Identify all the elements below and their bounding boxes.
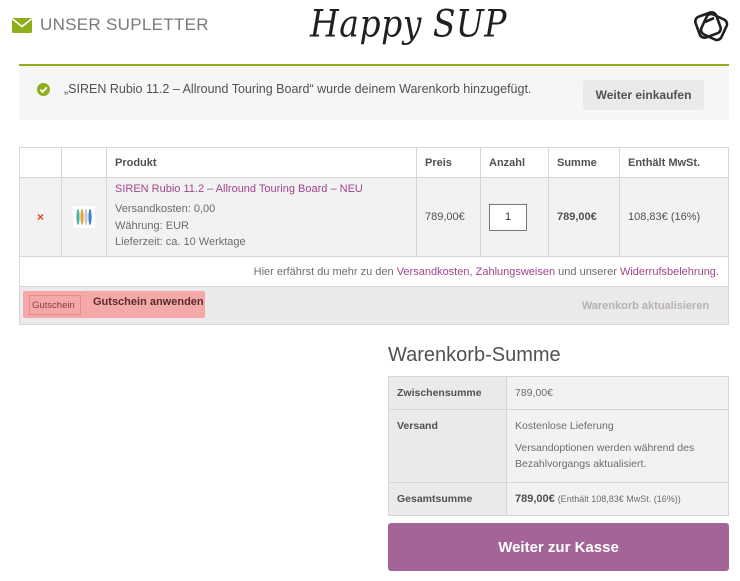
update-cart-button[interactable]: Warenkorb aktualisieren (572, 292, 719, 319)
remove-item-icon[interactable]: × (28, 210, 53, 224)
quantity-input[interactable] (489, 203, 527, 231)
cart-item-row: × SIREN Rubio 11.2 – Allround Touring Bo… (19, 177, 729, 257)
cart-totals-title: Warenkorb-Summe (388, 344, 561, 366)
column-header-total: Summe (548, 147, 620, 178)
legal-info-suffix: . (715, 265, 719, 278)
proceed-to-checkout-button[interactable]: Weiter zur Kasse (388, 523, 729, 571)
cart-table: Produkt Preis Anzahl Summe Enthält MwSt.… (19, 147, 729, 325)
cart-actions-row: Gutschein anwenden Warenkorb aktualisier… (19, 286, 729, 325)
shipping-note: Versandoptionen werden während des Bezah… (515, 442, 695, 470)
added-to-cart-notice: „SIREN Rubio 11.2 – Allround Touring Boa… (19, 64, 729, 120)
column-header-tax: Enthält MwSt. (619, 147, 729, 178)
column-header-price: Preis (416, 147, 481, 178)
newsletter-link[interactable]: UNSER SUPLETTER (12, 15, 209, 35)
subtotal-value: 789,00€ (506, 376, 729, 410)
total-label: Gesamtsumme (388, 482, 507, 516)
column-thumbnail (61, 147, 107, 178)
newsletter-label: UNSER SUPLETTER (40, 15, 209, 34)
legal-info-middle: und unserer (555, 265, 620, 278)
shipping-label: Versand (388, 409, 507, 483)
column-remove (19, 147, 62, 178)
shipping-costs-link[interactable]: Versandkosten (397, 266, 470, 278)
column-header-quantity: Anzahl (480, 147, 549, 178)
column-header-product: Produkt (106, 147, 417, 178)
envelope-icon (12, 17, 32, 33)
shipping-details: Kostenlose Lieferung Versandoptionen wer… (506, 409, 729, 483)
cart-totals-table: Zwischensumme 789,00€ Versand Kostenlose… (388, 376, 729, 516)
product-delivery-time: Lieferzeit: ca. 10 Werktage (115, 236, 246, 249)
shipping-row: Versand Kostenlose Lieferung Versandopti… (388, 409, 729, 483)
board-stack-icon[interactable] (692, 6, 730, 47)
thumbnail-cell (61, 177, 107, 257)
payment-methods-link[interactable]: Zahlungsweisen (476, 266, 556, 278)
shipping-value: Kostenlose Lieferung (515, 420, 614, 432)
total-row: Gesamtsumme 789,00€ (Enthält 108,83€ MwS… (388, 482, 729, 516)
product-shipping-cost: Versandkosten: 0,00 (115, 203, 216, 216)
product-name-link[interactable]: SIREN Rubio 11.2 – Allround Touring Boar… (115, 183, 408, 195)
item-subtotal: 789,00€ (548, 177, 620, 257)
legal-info-prefix: Hier erfährst du mehr zu den (253, 265, 397, 278)
legal-info-text: Hier erfährst du mehr zu den Versandkost… (19, 256, 729, 287)
total-cell: 789,00€ (Enthält 108,83€ MwSt. (16%)) (506, 482, 729, 516)
item-price: 789,00€ (416, 177, 481, 257)
apply-coupon-button[interactable]: Gutschein anwenden (93, 296, 204, 308)
withdrawal-policy-link[interactable]: Widerrufsbelehrung (620, 266, 716, 278)
quantity-cell (480, 177, 549, 257)
item-tax: 108,83€ (16%) (619, 177, 729, 257)
legal-info-row: Hier erfährst du mehr zu den Versandkost… (19, 256, 729, 287)
cart-actions-cell: Gutschein anwenden Warenkorb aktualisier… (19, 286, 729, 325)
continue-shopping-button[interactable]: Weiter einkaufen (583, 80, 704, 110)
site-logo[interactable]: Happy SUP (310, 2, 507, 46)
product-currency: Währung: EUR (115, 219, 189, 232)
coupon-input[interactable] (29, 295, 81, 315)
subtotal-label: Zwischensumme (388, 376, 507, 410)
notice-message: „SIREN Rubio 11.2 – Allround Touring Boa… (64, 82, 532, 96)
coupon-area: Gutschein anwenden (23, 291, 205, 318)
subtotal-row: Zwischensumme 789,00€ (388, 376, 729, 410)
check-circle-icon (37, 83, 50, 96)
total-value: 789,00€ (515, 493, 555, 505)
sup-board-thumbnail[interactable] (73, 206, 95, 228)
product-cell: SIREN Rubio 11.2 – Allround Touring Boar… (106, 177, 417, 257)
total-tax-note: (Enthält 108,83€ MwSt. (16%)) (557, 494, 681, 504)
remove-cell: × (19, 177, 62, 257)
